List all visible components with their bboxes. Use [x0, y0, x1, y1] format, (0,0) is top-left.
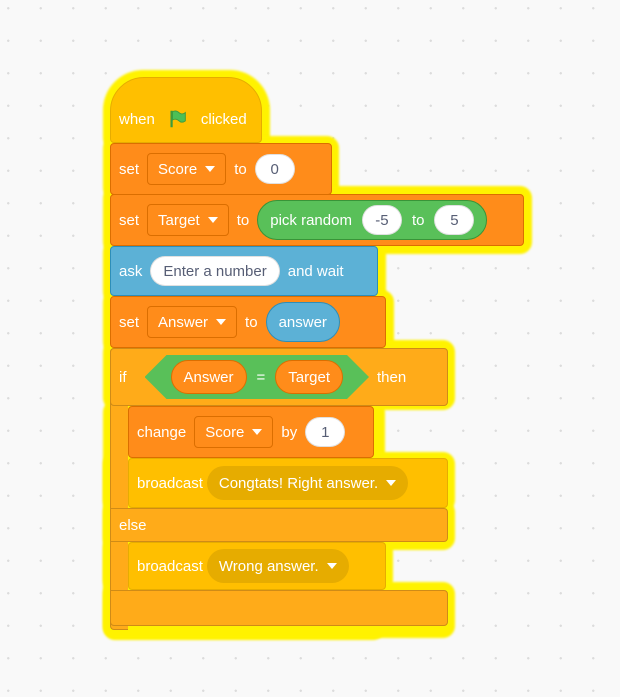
message-name: Wrong answer. — [218, 557, 319, 575]
condition-left-reporter[interactable]: Answer — [171, 360, 247, 394]
variable-name: Answer — [158, 313, 209, 331]
set-score-block[interactable]: set Score to 0 — [110, 143, 332, 195]
set-label: set — [119, 211, 140, 229]
and-wait-label: and wait — [287, 262, 344, 280]
if-else-bottom-arm — [110, 590, 448, 626]
variable-dropdown-score[interactable]: Score — [147, 153, 227, 185]
caret-down-icon — [326, 563, 337, 569]
script-stack[interactable]: when clicked set Score to 0 set Target t… — [0, 0, 620, 697]
broadcast-label: broadcast — [137, 557, 203, 575]
change-value-input[interactable]: 1 — [305, 417, 346, 447]
caret-down-icon — [216, 319, 227, 325]
equals-condition[interactable]: Answer = Target — [145, 355, 370, 399]
caret-down-icon — [386, 480, 397, 486]
set-label: set — [119, 160, 140, 178]
green-flag-icon — [170, 110, 186, 128]
change-label: change — [137, 423, 187, 441]
equals-operator: = — [256, 368, 266, 386]
message-name: Congtats! Right answer. — [218, 474, 379, 492]
random-to-input[interactable]: 5 — [434, 205, 475, 235]
broadcast-message-dropdown[interactable]: Congtats! Right answer. — [206, 466, 409, 500]
caret-down-icon — [205, 166, 216, 172]
then-label: then — [377, 368, 407, 386]
variable-name: Score — [158, 160, 198, 178]
random-to-label: to — [411, 211, 425, 229]
clicked-label: clicked — [200, 110, 247, 128]
variable-name: Target — [158, 211, 200, 229]
broadcast-right-block[interactable]: broadcast Congtats! Right answer. — [128, 458, 448, 508]
set-label: set — [119, 313, 140, 331]
else-bar: else — [110, 508, 448, 542]
variable-dropdown-score[interactable]: Score — [194, 416, 274, 448]
when-flag-clicked-block[interactable]: when clicked — [110, 77, 262, 143]
if-label: if — [119, 368, 127, 386]
pick-random-reporter[interactable]: pick random -5 to 5 — [257, 200, 488, 240]
variable-name: Score — [205, 423, 245, 441]
else-label: else — [119, 516, 147, 534]
ask-label: ask — [119, 262, 143, 280]
answer-reporter[interactable]: answer — [265, 302, 340, 342]
caret-down-icon — [252, 429, 263, 435]
ask-and-wait-block[interactable]: ask Enter a number and wait — [110, 246, 378, 296]
variable-dropdown-target[interactable]: Target — [147, 204, 229, 236]
question-input[interactable]: Enter a number — [150, 256, 280, 286]
by-label: by — [281, 423, 298, 441]
caret-down-icon — [207, 217, 218, 223]
variable-dropdown-answer[interactable]: Answer — [147, 306, 238, 338]
broadcast-label: broadcast — [137, 474, 203, 492]
broadcast-message-dropdown[interactable]: Wrong answer. — [206, 549, 349, 583]
to-label: to — [234, 160, 247, 178]
set-answer-block[interactable]: set Answer to answer — [110, 296, 386, 348]
to-label: to — [236, 211, 250, 229]
value-input[interactable]: 0 — [254, 154, 295, 184]
set-target-block[interactable]: set Target to pick random -5 to 5 — [110, 194, 524, 246]
to-label: to — [245, 313, 258, 331]
condition-right-reporter[interactable]: Target — [275, 360, 343, 394]
pick-random-label: pick random — [270, 211, 352, 229]
change-score-block[interactable]: change Score by 1 — [128, 406, 374, 458]
when-label: when — [119, 110, 155, 128]
broadcast-wrong-block[interactable]: broadcast Wrong answer. — [128, 542, 386, 590]
if-else-block[interactable]: if Answer = Target then — [110, 348, 448, 406]
random-from-input[interactable]: -5 — [361, 205, 402, 235]
